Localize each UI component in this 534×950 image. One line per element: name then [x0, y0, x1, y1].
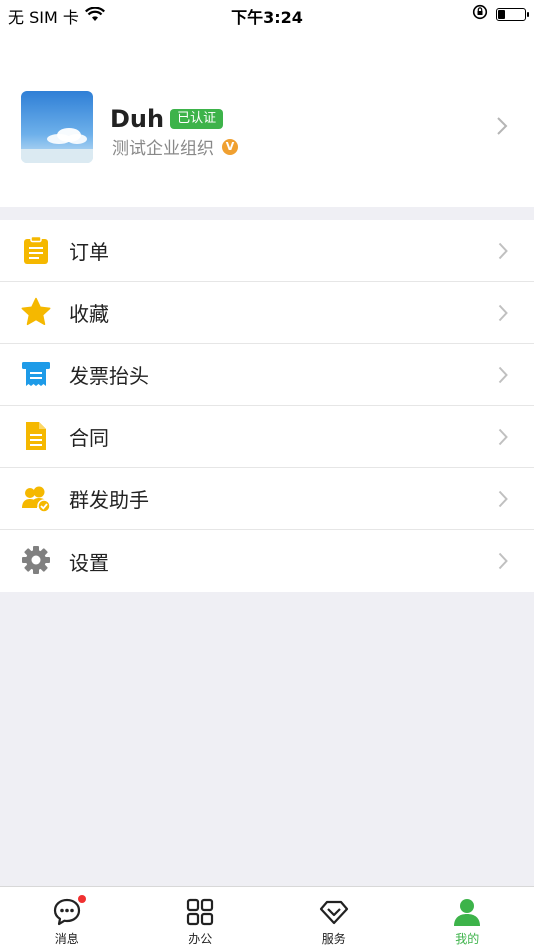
menu-item-label: 收藏: [69, 302, 109, 326]
menu-item-label: 设置: [69, 550, 109, 575]
menu-item-label: 合同: [69, 426, 109, 450]
notification-dot: [77, 895, 86, 903]
star-icon: [21, 297, 51, 327]
chat-bubble-icon: [52, 895, 86, 927]
menu-item-contract[interactable]: 合同: [0, 406, 534, 468]
menu-item-label: 发票抬头: [69, 364, 149, 388]
verified-badge: 已认证: [170, 109, 224, 129]
chevron-right-icon: [498, 490, 508, 512]
group-users-icon: [21, 483, 51, 513]
chevron-right-icon: [498, 366, 508, 388]
person-icon: [452, 897, 482, 927]
tab-label: 办公: [188, 932, 213, 946]
tab-messages[interactable]: 消息: [0, 887, 134, 950]
grid-icon: [185, 897, 215, 927]
menu-item-label: 群发助手: [69, 488, 149, 512]
tab-label: 消息: [54, 932, 79, 946]
tab-bar: 消息 办公 服务 我的: [0, 886, 534, 950]
gear-icon: [21, 545, 51, 575]
chevron-right-icon: [496, 116, 508, 140]
menu-list: 订单 收藏 发票抬头 合同 群发助手 设置: [0, 220, 534, 592]
tab-label: 我的: [455, 932, 480, 946]
status-time: 下午3:24: [231, 8, 303, 27]
battery-icon: [496, 7, 529, 21]
chevron-right-icon: [498, 304, 508, 326]
menu-item-settings[interactable]: 设置: [0, 530, 534, 592]
menu-item-orders[interactable]: 订单: [0, 220, 534, 282]
menu-item-favorites[interactable]: 收藏: [0, 282, 534, 344]
user-name: Duh: [110, 105, 165, 133]
profile-card[interactable]: Duh 已认证 测试企业组织 V: [0, 28, 534, 207]
document-icon: [21, 421, 51, 451]
invoice-icon: [21, 359, 51, 389]
clipboard-icon: [21, 235, 51, 265]
avatar[interactable]: [21, 91, 93, 163]
diamond-icon: [319, 897, 349, 927]
menu-item-label: 订单: [69, 240, 109, 264]
tab-office[interactable]: 办公: [134, 887, 268, 950]
status-right: [472, 4, 529, 24]
organization-row: 测试企业组织 V: [112, 134, 238, 159]
organization-name: 测试企业组织: [112, 139, 214, 159]
chevron-right-icon: [498, 552, 508, 574]
status-bar: 无 SIM 卡 下午3:24: [0, 0, 534, 28]
chevron-right-icon: [498, 428, 508, 450]
menu-item-invoice-title[interactable]: 发票抬头: [0, 344, 534, 406]
tab-mine[interactable]: 我的: [401, 887, 534, 950]
name-row: Duh 已认证: [110, 105, 224, 133]
menu-item-broadcast-assistant[interactable]: 群发助手: [0, 468, 534, 530]
chevron-right-icon: [498, 242, 508, 264]
rotation-lock-icon: [472, 4, 488, 24]
tab-services[interactable]: 服务: [267, 887, 401, 950]
org-v-badge: V: [222, 138, 238, 155]
tab-label: 服务: [321, 932, 346, 946]
